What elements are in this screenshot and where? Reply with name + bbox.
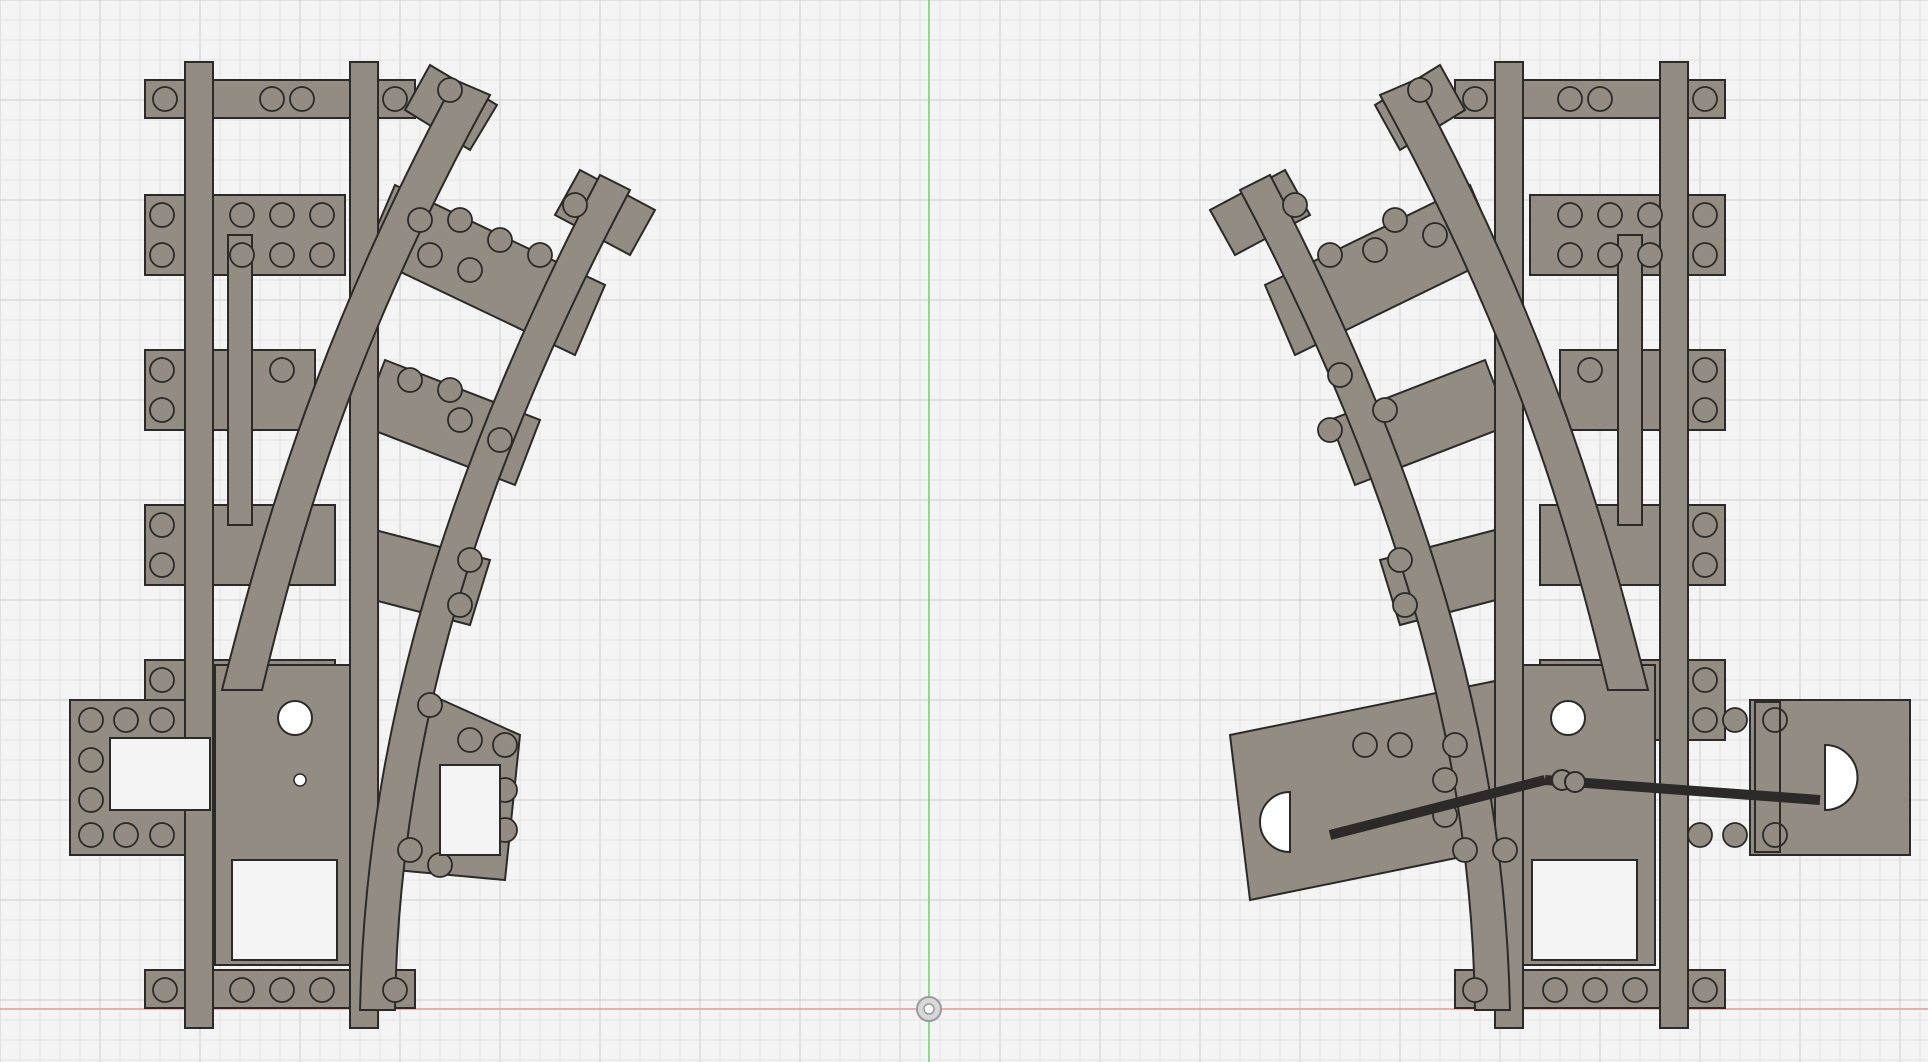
left-track-switch[interactable] [69,61,657,1029]
sketch-canvas[interactable] [0,0,1928,1062]
origin-marker-icon[interactable] [916,996,942,1022]
cad-sketch-viewport[interactable] [0,0,1928,1062]
right-track-switch[interactable] [1208,61,1911,1029]
